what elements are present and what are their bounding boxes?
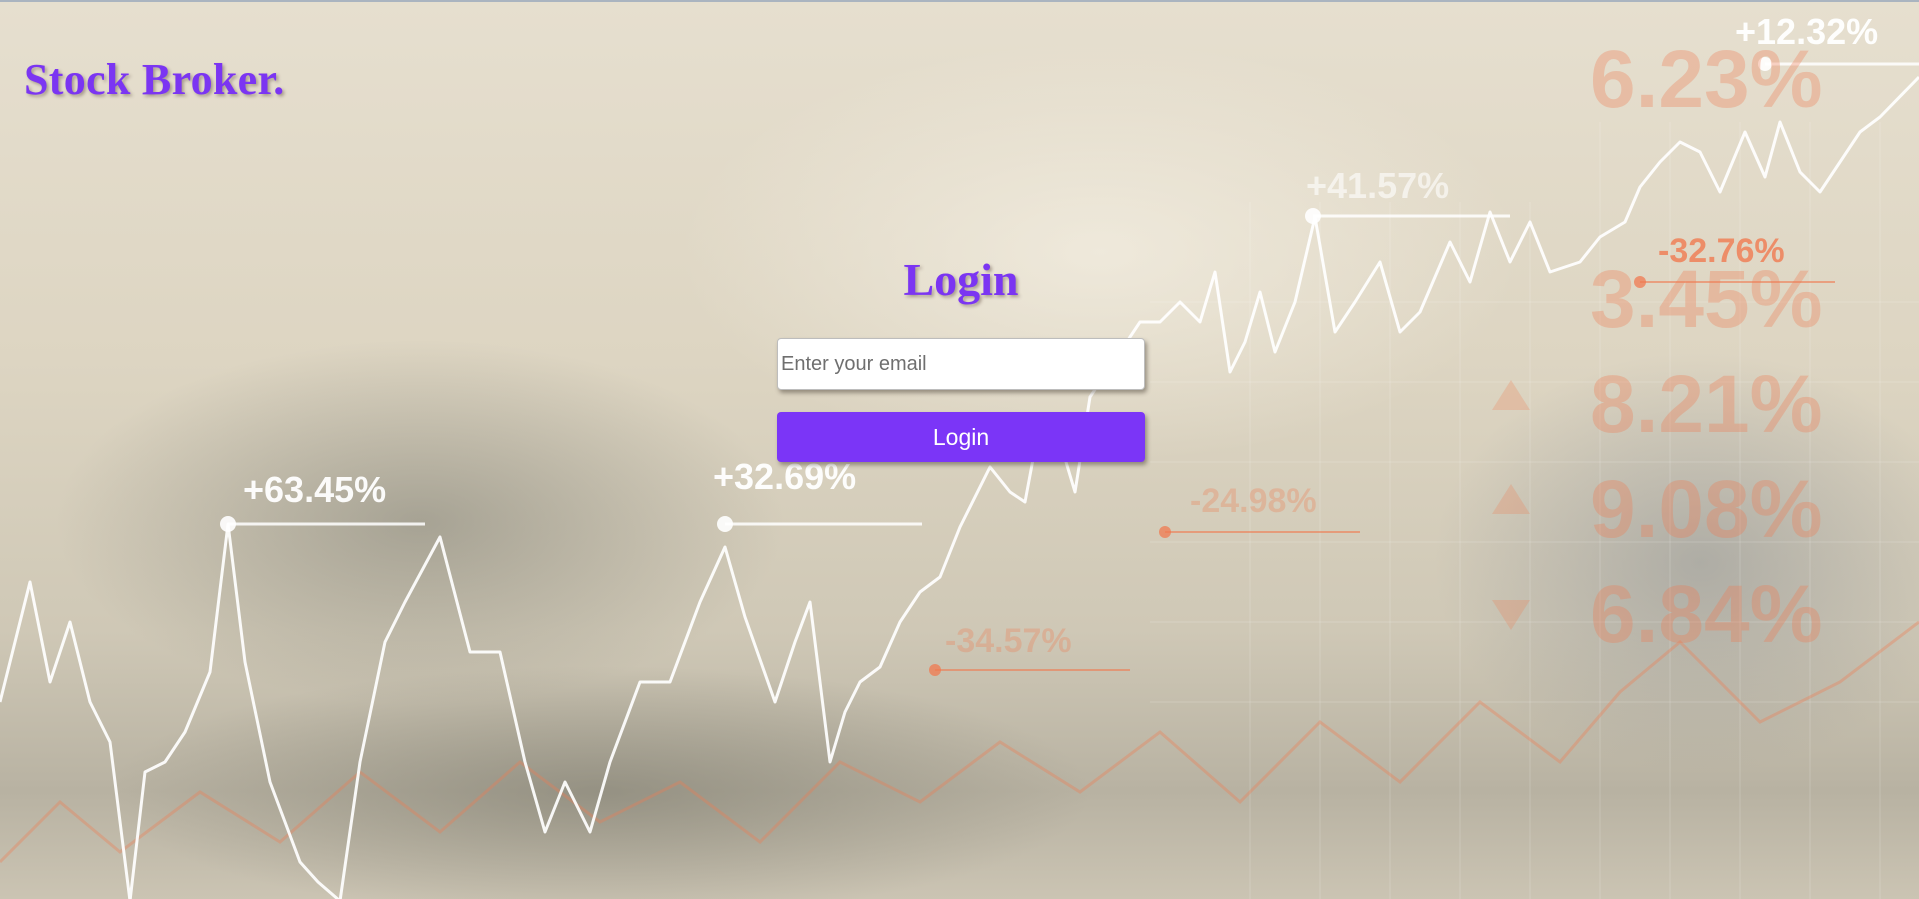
brand-logo[interactable]: Stock Broker. (24, 54, 285, 105)
bg-percent-label: 6.84% (1590, 569, 1823, 660)
bg-loss-label: -32.76% (1658, 232, 1785, 270)
email-input[interactable] (777, 338, 1145, 390)
bg-gain-label: +41.57% (1306, 165, 1449, 206)
login-title: Login (903, 254, 1019, 305)
login-form: Login Login (777, 252, 1145, 462)
bg-percent-label: 8.21% (1590, 359, 1823, 450)
bg-loss-label: -34.57% (945, 622, 1072, 660)
bg-gain-label: +63.45% (243, 469, 386, 510)
bg-gain-label: +12.32% (1735, 11, 1878, 52)
bg-loss-label: -24.98% (1190, 482, 1317, 520)
login-page: 6.23% 3.45% 8.21% 9.08% 6.84% +63.45% +3… (0, 0, 1919, 899)
bg-gain-label: +32.69% (713, 456, 856, 497)
bg-percent-label: 9.08% (1590, 464, 1823, 555)
login-button[interactable]: Login (777, 412, 1145, 462)
